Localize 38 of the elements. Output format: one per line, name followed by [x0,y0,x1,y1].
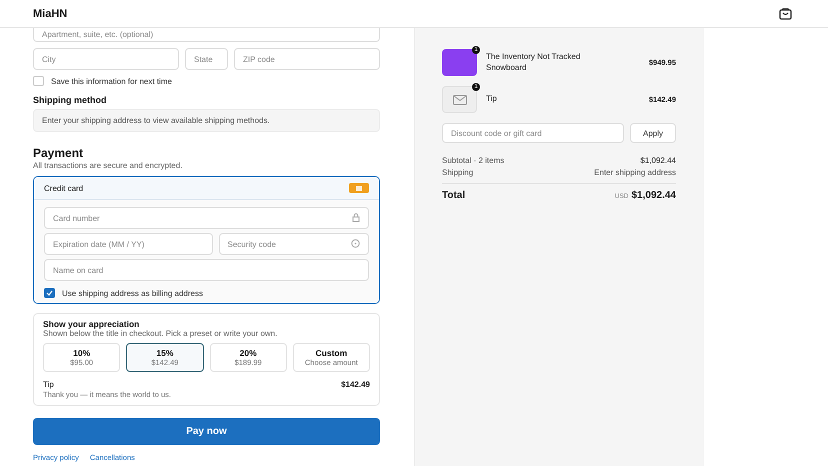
item-name: The Inventory Not Tracked Snowboard [486,52,582,73]
security-code-field[interactable]: Security code [218,233,369,255]
shipping-value: Enter shipping address [594,168,676,177]
zip-code-field[interactable]: ZIP code [234,48,380,70]
apartment-field[interactable]: Apartment, suite, etc. (optional) [33,28,380,42]
total-label: Total [442,190,466,201]
city-field[interactable]: City [33,48,179,70]
card-brand-icon [349,183,369,193]
item-name: Tip [486,94,498,105]
store-logo[interactable]: MiaHN [33,8,68,20]
billing-address-checkbox[interactable] [44,288,55,298]
subtotal-value: $1,092.44 [640,156,676,165]
tip-heading: Show your appreciation [43,319,140,329]
card-number-field[interactable]: Card number [44,207,369,229]
payment-heading: Payment [33,146,84,160]
tip-amount: $142.49 [341,380,370,389]
total-value: $1,092.44 [632,190,676,201]
apply-button[interactable]: Apply [630,123,676,143]
subtotal-label: Subtotal · 2 items [442,156,504,165]
tip-subtitle: Shown below the title in checkout. Pick a preset or write your own. [43,329,278,338]
bag-icon[interactable] [779,8,792,20]
discount-code-field[interactable]: Discount code or gift card [442,123,624,143]
envelope-icon [442,86,477,113]
name-on-card-field[interactable]: Name on card [44,259,369,281]
lock-icon [352,213,360,222]
shipping-method-heading: Shipping method [33,95,108,105]
payment-method-label[interactable]: Credit card [44,184,84,192]
save-info-checkbox[interactable] [33,76,44,86]
tip-label: Tip [43,380,54,389]
shipping-label: Shipping [442,168,474,177]
pay-now-button[interactable]: Pay now [33,418,380,445]
save-info-label: Save this information for next time [51,76,172,86]
expiration-date-field[interactable]: Expiration date (MM / YY) [44,233,212,255]
shipping-method-notice: Enter your shipping address to view available shipping methods. [33,109,380,132]
product-image [442,49,477,76]
payment-subtitle: All transactions are secure and encrypted. [33,161,184,170]
billing-address-label: Use shipping address as billing address [62,288,203,298]
state-field[interactable]: State [185,48,228,70]
